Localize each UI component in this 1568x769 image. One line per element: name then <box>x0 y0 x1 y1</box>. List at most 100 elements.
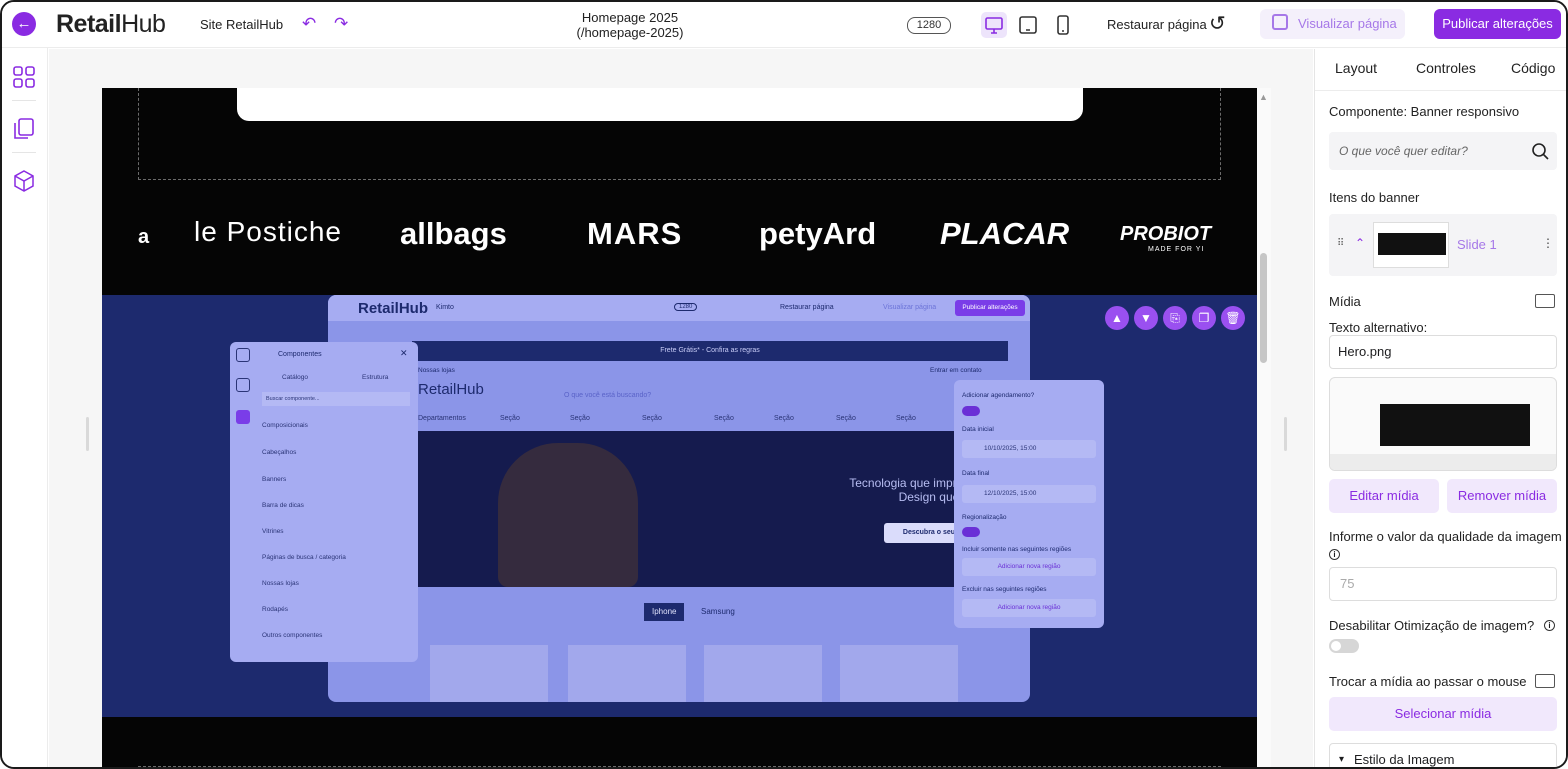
alt-text-label: Texto alternativo: <box>1329 320 1428 335</box>
inner-logo: RetailHub <box>358 300 429 317</box>
bookmark-icon[interactable]: ⎘ <box>1163 306 1187 330</box>
mobile-view-button[interactable] <box>1050 12 1076 38</box>
banner-hero-image: RetailHub Kimto 1280 Restaurar página Vi… <box>328 295 1030 702</box>
inner-department: Seção <box>500 415 520 422</box>
component-label: Componente: Banner responsivo <box>1329 104 1520 119</box>
inner-department: Seção <box>570 415 590 422</box>
inner-category: Barra de dicas <box>262 502 304 509</box>
device-toggle-icon[interactable] <box>1535 674 1555 688</box>
desktop-view-button[interactable] <box>981 12 1007 38</box>
mobile-icon <box>1057 15 1069 35</box>
media-label: Mídia <box>1329 294 1361 309</box>
image-style-accordion[interactable]: ▾ Estilo da Imagem <box>1329 743 1557 767</box>
tab-code[interactable]: Código <box>1511 60 1555 76</box>
inner-category: Rodapés <box>262 606 289 613</box>
site-selector[interactable]: Site RetailHub <box>200 17 283 32</box>
chevron-up-icon[interactable]: ⌃ <box>1355 236 1365 250</box>
brand-logo: a <box>138 226 150 248</box>
cube-icon[interactable] <box>13 170 35 192</box>
more-vertical-icon[interactable]: ⋮ <box>1542 236 1554 250</box>
inner-product <box>568 645 686 702</box>
inner-grid-icon <box>236 348 250 362</box>
scroll-up-icon[interactable]: ▲ <box>1259 92 1268 102</box>
section-outline <box>138 766 1221 767</box>
banner-items-label: Itens do banner <box>1329 190 1420 205</box>
trash-icon[interactable]: 🗑 <box>1221 306 1245 330</box>
left-resize-handle[interactable] <box>86 417 89 451</box>
inner-panel-title: Componentes <box>278 351 322 358</box>
inner-department: Seção <box>836 415 856 422</box>
layout-grid-icon[interactable] <box>13 66 35 88</box>
arrow-up-icon[interactable]: ▲ <box>1105 306 1129 330</box>
brand-logo: PROBIOT <box>1120 223 1212 245</box>
remove-media-button[interactable]: Remover mídia <box>1447 479 1557 513</box>
media-preview-hero <box>1380 404 1530 446</box>
responsive-banner[interactable]: RetailHub Kimto 1280 Restaurar página Vi… <box>102 295 1257 717</box>
inner-product <box>840 645 958 702</box>
inner-preview: Visualizar página <box>883 304 937 311</box>
inner-close-icon: ✕ <box>400 348 408 358</box>
inner-start-value: 10/10/2025, 15:00 <box>962 440 1096 458</box>
properties-panel: Layout Controles Código Componente: Bann… <box>1314 49 1566 767</box>
brand-tagline: MADE FOR YI <box>1148 246 1205 253</box>
banner-slide-item[interactable]: ⠿ ⌃ Slide 1 ⋮ <box>1329 214 1557 276</box>
inner-tab: Iphone <box>644 603 685 621</box>
page-preview: a le Postiche allbags MARS petyArd PLACA… <box>102 88 1257 767</box>
info-icon[interactable]: i <box>1544 620 1555 631</box>
desktop-icon <box>985 17 1003 34</box>
brand-logo: petyArd <box>759 216 877 251</box>
tab-layout[interactable]: Layout <box>1335 60 1377 76</box>
select-media-button[interactable]: Selecionar mídia <box>1329 697 1557 731</box>
page-title: Homepage 2025 (/homepage-2025) <box>562 10 698 40</box>
inner-site: Kimto <box>436 304 454 311</box>
right-resize-handle[interactable] <box>1284 417 1287 451</box>
section-outline <box>138 88 1221 180</box>
alt-text-input[interactable]: Hero.png <box>1329 335 1557 369</box>
image-style-label: Estilo da Imagem <box>1354 752 1455 767</box>
inner-end-value: 12/10/2025, 15:00 <box>962 485 1096 503</box>
device-toggle-icon[interactable] <box>1535 294 1555 308</box>
disable-optimization-toggle[interactable] <box>1329 639 1359 653</box>
inner-category: Cabeçalhos <box>262 449 297 456</box>
toggle-knob <box>1331 641 1341 651</box>
info-icon[interactable]: i <box>1329 549 1340 560</box>
quality-label: Informe o valor da qualidade da imagem <box>1329 529 1562 544</box>
inner-logo2: RetailHub <box>418 381 484 398</box>
inner-department: Seção <box>896 415 916 422</box>
tab-controls[interactable]: Controles <box>1416 60 1476 76</box>
inner-category: Banners <box>262 476 287 483</box>
undo-icon[interactable]: ↶ <box>302 14 316 34</box>
inner-pages-icon <box>236 378 250 392</box>
panel-search-input[interactable]: O que você quer editar? <box>1329 132 1557 170</box>
slide-name[interactable]: Slide 1 <box>1457 237 1497 252</box>
inner-cube-icon <box>236 410 250 424</box>
width-badge[interactable]: 1280 <box>907 17 951 34</box>
inner-hero: Tecnologia que impressiona Design que in… <box>418 431 1008 587</box>
inner-restore: Restaurar página <box>780 304 834 311</box>
inner-badge: 1280 <box>674 303 698 311</box>
quality-input[interactable]: 75 <box>1329 567 1557 601</box>
restore-icon[interactable]: ↺ <box>1209 11 1226 36</box>
edit-media-button[interactable]: Editar mídia <box>1329 479 1439 513</box>
publish-button[interactable]: Publicar alterações <box>1434 9 1561 39</box>
media-preview <box>1329 377 1557 471</box>
search-icon[interactable] <box>1531 142 1549 160</box>
app-logo: RetailHub <box>56 10 166 39</box>
external-link-icon <box>1272 14 1288 30</box>
inner-schedule-label: Adicionar agendamento? <box>962 392 1035 399</box>
inner-contact-link: Entrar em contato <box>930 367 982 374</box>
canvas-scrollbar[interactable]: ▲ <box>1257 88 1271 767</box>
scrollbar-thumb[interactable] <box>1260 253 1267 363</box>
arrow-down-icon[interactable]: ▼ <box>1134 306 1158 330</box>
duplicate-icon[interactable]: ❐ <box>1192 306 1216 330</box>
tablet-view-button[interactable] <box>1015 12 1041 38</box>
inner-search: O que você está buscando? <box>564 392 652 399</box>
inner-tab: Samsung <box>701 607 735 616</box>
back-arrow-icon[interactable]: ← <box>12 12 36 36</box>
restore-page-button[interactable]: Restaurar página <box>1107 17 1207 32</box>
pages-icon[interactable] <box>13 118 35 140</box>
brand-logo: PLACAR <box>940 216 1070 251</box>
drag-handle-icon[interactable]: ⠿ <box>1337 238 1344 249</box>
redo-icon[interactable]: ↷ <box>334 14 348 34</box>
inner-schedule-panel: Adicionar agendamento? Data inicial 10/1… <box>954 380 1104 628</box>
